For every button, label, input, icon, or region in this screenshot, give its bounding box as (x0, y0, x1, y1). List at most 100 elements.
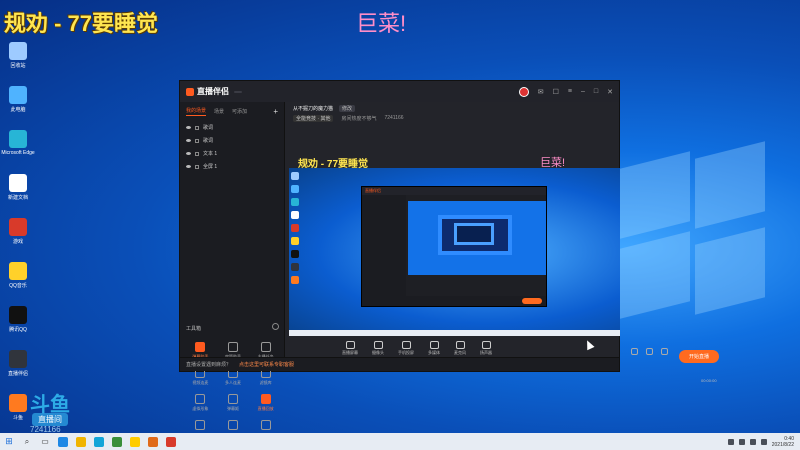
add-source-button[interactable]: + (273, 107, 278, 116)
tool-icon (195, 420, 206, 430)
tool-item[interactable] (184, 420, 217, 432)
settings-icon[interactable] (661, 348, 668, 355)
taskbar-app-icon[interactable] (144, 433, 162, 450)
tab-scenes[interactable]: 场景 (214, 108, 224, 115)
taskbar-app-icon[interactable] (108, 433, 126, 450)
eye-icon[interactable] (646, 348, 653, 355)
menu-icon[interactable]: ≡ (568, 88, 572, 95)
streaming-app-window: 直播伴侣 ✉ ☐ ≡ – □ ✕ 我的场景 场景 可添加 + 歌词 歌词 文本 1全… (179, 80, 719, 430)
tool-item[interactable] (217, 420, 250, 432)
app-body: 我的场景 场景 可添加 + 歌词歌词文本 1全屏 1 工具箱 弹幕助手房管助手主… (180, 102, 719, 430)
ime-icon[interactable] (760, 438, 767, 445)
tool-label: 直播回放 (257, 406, 274, 411)
tray-up-icon[interactable] (727, 438, 734, 445)
nested-preview-deeper (454, 223, 494, 245)
start-button[interactable]: ⊞ (0, 433, 18, 450)
volume-icon[interactable] (749, 438, 756, 445)
taskbar-app-icon[interactable] (72, 433, 90, 450)
control-item[interactable]: 麦克风 (454, 341, 466, 356)
desktop-icon-label: 回收站 (10, 63, 26, 69)
tool-item[interactable]: 直播回放 (249, 394, 282, 412)
desktop-app-icon (9, 86, 27, 104)
desktop-icon[interactable]: 腾讯QQ (2, 304, 34, 344)
overlay-center-text: 巨菜! (356, 11, 407, 36)
control-item[interactable]: 多媒体 (428, 341, 440, 356)
control-icon (429, 341, 439, 349)
tool-icon (227, 342, 238, 352)
message-icon[interactable]: ☐ (553, 88, 559, 96)
tool-label: 弹幕姬 (226, 406, 239, 411)
network-icon[interactable] (738, 438, 745, 445)
source-item[interactable]: 歌词 (180, 134, 284, 147)
start-live-button[interactable]: 开始直播 (679, 350, 719, 363)
taskbar-app-icon[interactable] (90, 433, 108, 450)
status-text: 直播设置遇到麻烦？ (186, 362, 232, 368)
control-item[interactable]: 扬声器 (480, 341, 492, 356)
room-id: 7241166 (384, 115, 404, 121)
user-avatar[interactable] (518, 86, 529, 97)
source-label: 歌词 (203, 138, 214, 144)
control-label: 扬声器 (480, 350, 492, 355)
tool-icon (227, 394, 238, 404)
control-icon (345, 341, 355, 349)
support-link[interactable]: 点击这里可联系专职客服 (239, 361, 294, 368)
control-icon (373, 341, 383, 349)
desktop-icon[interactable]: Microsoft Edge (1, 128, 35, 168)
preview-overlay-center: 巨菜! (540, 157, 566, 169)
desktop-icon[interactable]: 游戏 (2, 216, 34, 256)
taskbar-app-icon[interactable] (162, 433, 180, 450)
tool-item[interactable]: 虚拟形象 (184, 394, 217, 412)
eye-icon[interactable] (186, 139, 191, 142)
system-clock[interactable]: 0:40 2021/8/22 (772, 436, 794, 448)
eye-icon[interactable] (186, 152, 191, 155)
lock-icon[interactable] (195, 151, 199, 156)
task-view-icon[interactable]: ▭ (36, 433, 54, 450)
eye-icon[interactable] (186, 165, 191, 168)
desktop-app-icon (9, 262, 27, 280)
stream-heat: 房间热度不够气 (341, 116, 377, 122)
app-status-bar: 直播设置遇到麻烦？ 点击这里可联系专职客服 (180, 357, 619, 371)
tab-addable[interactable]: 可添加 (232, 108, 247, 115)
source-item[interactable]: 全屏 1 (180, 160, 284, 173)
preview-desktop-icons (291, 172, 301, 284)
lock-icon[interactable] (195, 164, 199, 169)
record-icon[interactable] (631, 348, 638, 355)
mail-icon[interactable]: ✉ (538, 88, 544, 96)
tool-item[interactable]: 弹幕姬 (217, 394, 250, 412)
close-icon[interactable]: ✕ (607, 88, 613, 96)
maximize-icon[interactable]: □ (594, 88, 598, 95)
preview-overlay-title: 规劝 - 77要睡觉 (298, 159, 369, 170)
desktop-icon[interactable]: QQ音乐 (2, 260, 34, 300)
desktop-icon[interactable]: 回收站 (2, 40, 34, 80)
desktop-app-icon (9, 130, 27, 148)
desktop-icon[interactable]: 新建文档 (2, 172, 34, 212)
stream-category[interactable]: 全能竞技 · 其他 (293, 115, 334, 122)
source-label: 全屏 1 (203, 164, 218, 170)
source-item[interactable]: 文本 1 (180, 147, 284, 160)
tab-my-scenes[interactable]: 我的场景 (186, 107, 207, 116)
lock-icon[interactable] (195, 125, 199, 130)
edit-title-button[interactable]: 修改 (339, 105, 356, 112)
tool-item[interactable] (249, 420, 282, 432)
taskbar-app-icon[interactable] (54, 433, 72, 450)
control-item[interactable]: 摄像头 (372, 341, 384, 356)
app-version-badge[interactable] (234, 90, 242, 93)
source-label: 歌词 (203, 125, 214, 131)
taskbar-app-icon[interactable] (126, 433, 144, 450)
minimize-icon[interactable]: – (581, 88, 585, 95)
eye-icon[interactable] (186, 126, 191, 129)
lock-icon[interactable] (195, 138, 199, 143)
app-glyph-icon (148, 436, 158, 447)
control-item[interactable]: 手机投屏 (398, 341, 414, 356)
app-name: 直播伴侣 (197, 87, 229, 96)
desktop-icon[interactable]: 此电脑 (2, 84, 34, 124)
toolbox-more-icon[interactable] (272, 323, 279, 330)
control-item[interactable]: 直播屏幕 (342, 341, 358, 356)
stream-preview[interactable]: 直播伴侣 (289, 168, 620, 336)
source-item[interactable]: 歌词 (180, 121, 284, 134)
windows-taskbar: ⊞ ⌕ ▭ 0:40 2021/8/22 (0, 433, 800, 450)
search-icon[interactable]: ⌕ (18, 433, 36, 450)
control-label: 直播屏幕 (342, 350, 358, 355)
preview-taskbar (289, 330, 620, 336)
desktop-icon[interactable]: 直播伴侣 (2, 348, 34, 388)
